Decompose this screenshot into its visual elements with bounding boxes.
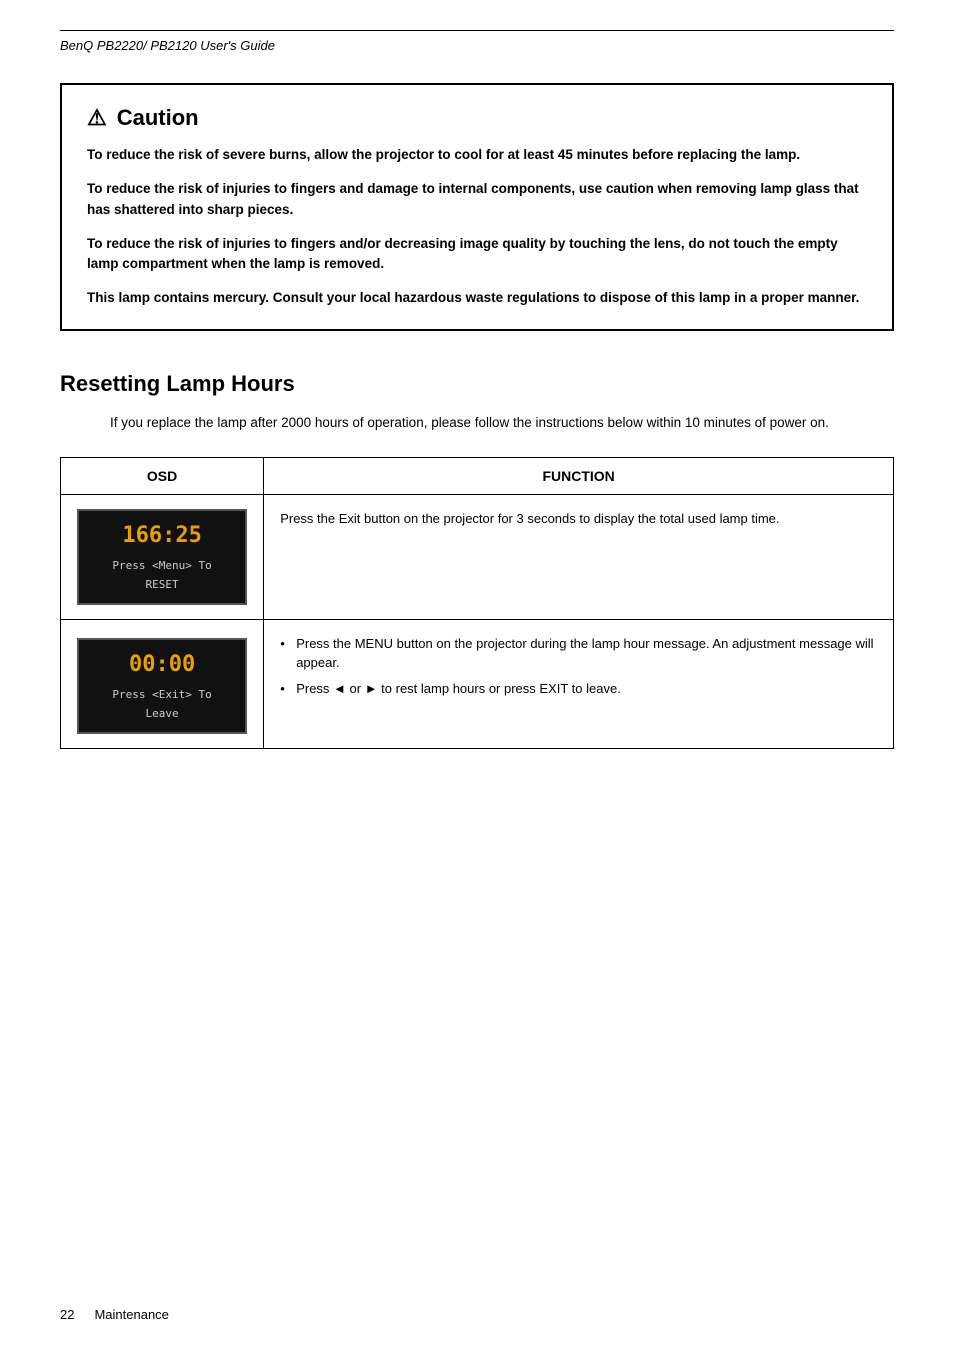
osd-time-1: 166:25 xyxy=(93,519,231,552)
osd-display-1: 166:25 Press <Menu> To RESET xyxy=(77,509,247,605)
footer-page-label: Maintenance xyxy=(94,1307,168,1322)
resetting-lamp-hours-section: Resetting Lamp Hours If you replace the … xyxy=(60,371,894,749)
osd-cell-1: 166:25 Press <Menu> To RESET xyxy=(61,494,264,619)
osd-label-2: Press <Exit> To Leave xyxy=(112,688,211,721)
caution-title: Caution xyxy=(117,105,199,131)
function-cell-1: Press the Exit button on the projector f… xyxy=(264,494,894,619)
page-wrapper: BenQ PB2220/ PB2120 User's Guide ⚠ Cauti… xyxy=(0,0,954,1352)
caution-box: ⚠ Caution To reduce the risk of severe b… xyxy=(60,83,894,331)
header-section: BenQ PB2220/ PB2120 User's Guide xyxy=(60,30,894,53)
warning-icon: ⚠ xyxy=(87,105,107,131)
caution-para-4: This lamp contains mercury. Consult your… xyxy=(87,288,867,308)
caution-para-3: To reduce the risk of injuries to finger… xyxy=(87,234,867,275)
caution-heading: ⚠ Caution xyxy=(87,105,867,131)
function-text-1: Press the Exit button on the projector f… xyxy=(280,511,779,526)
caution-para-1: To reduce the risk of severe burns, allo… xyxy=(87,145,867,165)
table-row: 00:00 Press <Exit> To Leave Press the ME… xyxy=(61,619,894,748)
osd-label-1: Press <Menu> To RESET xyxy=(112,559,211,592)
osd-time-2: 00:00 xyxy=(93,648,231,681)
osd-display-2: 00:00 Press <Exit> To Leave xyxy=(77,638,247,734)
function-bullet-1: Press the MENU button on the projector d… xyxy=(280,634,877,673)
footer: 22 Maintenance xyxy=(60,1307,169,1322)
section-title: Resetting Lamp Hours xyxy=(60,371,894,397)
caution-para-2: To reduce the risk of injuries to finger… xyxy=(87,179,867,220)
section-intro: If you replace the lamp after 2000 hours… xyxy=(110,413,894,433)
table-row: 166:25 Press <Menu> To RESET Press the E… xyxy=(61,494,894,619)
header-title: BenQ PB2220/ PB2120 User's Guide xyxy=(60,38,275,53)
function-bullet-2: Press ◄ or ► to rest lamp hours or press… xyxy=(280,679,877,699)
function-list-2: Press the MENU button on the projector d… xyxy=(280,634,877,699)
footer-page-number: 22 xyxy=(60,1307,74,1322)
col-header-osd: OSD xyxy=(61,457,264,494)
col-header-function: FUNCTION xyxy=(264,457,894,494)
osd-cell-2: 00:00 Press <Exit> To Leave xyxy=(61,619,264,748)
osd-table: OSD FUNCTION 166:25 Press <Menu> To RESE… xyxy=(60,457,894,749)
function-cell-2: Press the MENU button on the projector d… xyxy=(264,619,894,748)
